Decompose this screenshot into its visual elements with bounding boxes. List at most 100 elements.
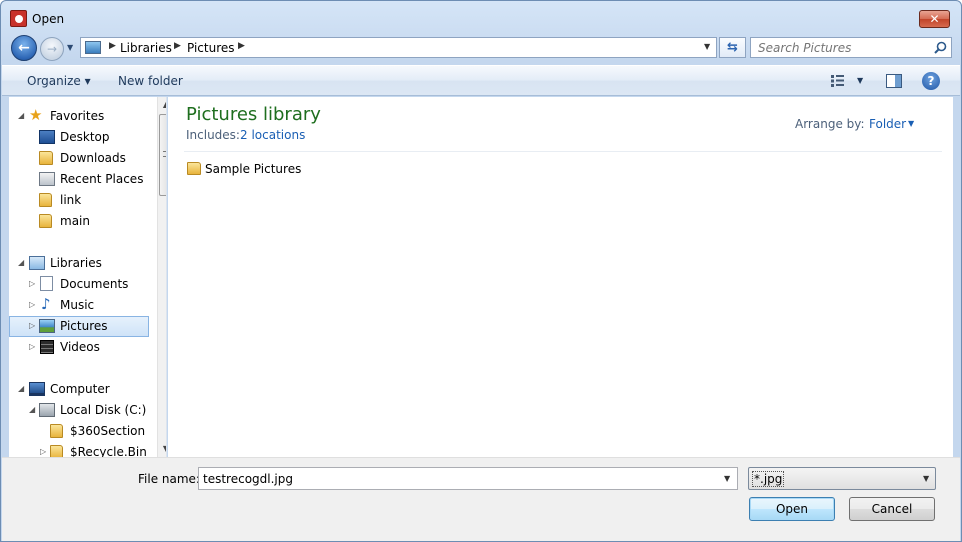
open-dialog: Open ✕ ← → ▼ ▶ Libraries ▶ Pictures ▶ ▼ … <box>0 0 962 542</box>
computer-icon <box>29 382 45 396</box>
file-name: Sample Pictures <box>205 162 302 176</box>
collapse-arrow-icon[interactable]: ◢ <box>29 405 35 414</box>
cancel-button[interactable]: Cancel <box>849 497 935 521</box>
breadcrumb-separator-icon[interactable]: ▶ <box>238 41 245 51</box>
arrange-by-value[interactable]: Folder <box>869 117 906 131</box>
file-name-combobox[interactable]: ▼ <box>198 467 738 490</box>
expand-arrow-icon[interactable]: ▷ <box>40 447 46 456</box>
arrange-by-label: Arrange by: <box>795 117 865 131</box>
new-folder-button[interactable]: New folder <box>118 74 183 88</box>
music-icon: ♪ <box>41 295 51 313</box>
views-icon[interactable] <box>831 75 844 87</box>
tree-item-desktop[interactable]: Desktop <box>9 127 149 148</box>
file-type-value: *.jpg <box>752 471 785 487</box>
refresh-button[interactable]: ⇆ <box>719 37 746 58</box>
tree-item-downloads[interactable]: Downloads <box>9 148 149 169</box>
search-box[interactable] <box>750 37 952 58</box>
tree-item-documents[interactable]: ▷ Documents <box>9 274 149 295</box>
tree-label: main <box>60 214 90 228</box>
expand-arrow-icon[interactable]: ▷ <box>29 300 35 309</box>
tree-item-360section[interactable]: $360Section <box>9 421 149 442</box>
title-bar: Open ✕ <box>1 1 961 33</box>
tree-item-local-disk[interactable]: ◢ Local Disk (C:) <box>9 400 149 421</box>
nav-pane-scrollbar[interactable]: ▲ ▼ <box>157 97 166 457</box>
header-divider <box>184 151 942 152</box>
includes-locations-link[interactable]: 2 locations <box>240 128 305 142</box>
address-dropdown-icon[interactable]: ▼ <box>704 42 710 51</box>
help-icon[interactable]: ? <box>922 72 940 90</box>
navigation-pane: ◢ ★ Favorites Desktop Downloads Recent P… <box>9 97 167 457</box>
tree-label: Music <box>60 298 95 312</box>
file-type-select[interactable]: *.jpg ▼ <box>748 467 936 490</box>
back-button[interactable]: ← <box>11 35 37 61</box>
tree-label: Computer <box>50 382 110 396</box>
forward-button[interactable]: → <box>40 37 64 61</box>
scrollbar-thumb[interactable] <box>159 114 166 196</box>
desktop-icon <box>39 130 55 144</box>
scroll-down-icon[interactable]: ▼ <box>158 441 166 457</box>
libraries-icon <box>29 256 45 270</box>
app-icon <box>10 10 27 27</box>
videos-icon <box>40 340 54 354</box>
recent-places-icon <box>39 172 55 186</box>
downloads-folder-icon <box>39 151 53 165</box>
views-dropdown-icon[interactable]: ▼ <box>857 76 863 85</box>
command-bar: Organize ▾ New folder ▼ ? <box>2 65 960 96</box>
file-type-dropdown-icon[interactable]: ▼ <box>923 474 929 483</box>
recent-pages-dropdown-icon[interactable]: ▼ <box>67 43 73 52</box>
collapse-arrow-icon[interactable]: ◢ <box>18 384 24 393</box>
folder-icon <box>39 214 52 228</box>
scroll-up-icon[interactable]: ▲ <box>158 97 166 113</box>
tree-item-link[interactable]: link <box>9 190 149 211</box>
tree-label: Favorites <box>50 109 105 123</box>
tree-item-pictures[interactable]: ▷ Pictures <box>9 316 149 337</box>
pictures-library-icon <box>85 41 101 54</box>
open-button[interactable]: Open <box>749 497 835 521</box>
tree-label: Pictures <box>60 319 108 333</box>
arrange-by-dropdown-icon[interactable]: ▼ <box>908 119 914 128</box>
library-title: Pictures library <box>186 104 321 125</box>
list-item[interactable]: Sample Pictures <box>186 159 326 179</box>
file-name-area: File name: ▼ *.jpg ▼ Open Cancel <box>2 457 960 541</box>
file-name-label: File name: <box>138 472 200 486</box>
collapse-arrow-icon[interactable]: ◢ <box>18 111 24 120</box>
breadcrumb-pictures[interactable]: Pictures <box>187 41 235 55</box>
expand-arrow-icon[interactable]: ▷ <box>29 342 35 351</box>
address-bar[interactable]: ▶ Libraries ▶ Pictures ▶ ▼ <box>80 37 717 58</box>
navigation-bar: ← → ▼ ▶ Libraries ▶ Pictures ▶ ▼ ⇆ <box>1 33 961 63</box>
tree-item-videos[interactable]: ▷ Videos <box>9 337 149 358</box>
file-name-input[interactable] <box>199 468 714 489</box>
preview-pane-icon[interactable] <box>886 74 902 88</box>
tree-label: Documents <box>60 277 129 291</box>
breadcrumb-separator-icon[interactable]: ▶ <box>174 41 181 51</box>
search-input[interactable] <box>751 38 931 57</box>
expand-arrow-icon[interactable]: ▷ <box>29 321 35 330</box>
favorites-star-icon: ★ <box>29 106 43 124</box>
tree-item-music[interactable]: ▷ ♪ Music <box>9 295 149 316</box>
scrollbar-grip-icon <box>163 151 166 157</box>
tree-label: link <box>60 193 82 207</box>
tree-item-libraries[interactable]: ◢ Libraries <box>9 253 149 274</box>
tree-label: $360Section <box>70 424 146 438</box>
collapse-arrow-icon[interactable]: ◢ <box>18 258 24 267</box>
folder-icon <box>187 162 201 175</box>
tree-label: Local Disk (C:) <box>60 403 147 417</box>
file-name-dropdown-icon[interactable]: ▼ <box>724 474 730 483</box>
expand-arrow-icon[interactable]: ▷ <box>29 279 35 288</box>
breadcrumb-separator-icon[interactable]: ▶ <box>109 41 116 51</box>
local-disk-icon <box>39 403 55 417</box>
file-list-pane: Pictures library Includes: 2 locations A… <box>168 97 953 457</box>
tree-item-recent-places[interactable]: Recent Places <box>9 169 149 190</box>
search-icon[interactable] <box>934 41 947 54</box>
tree-label: Recent Places <box>60 172 144 186</box>
tree-item-favorites[interactable]: ◢ ★ Favorites <box>9 106 149 127</box>
tree-item-main[interactable]: main <box>9 211 149 232</box>
breadcrumb-libraries[interactable]: Libraries <box>120 41 172 55</box>
tree-item-computer[interactable]: ◢ Computer <box>9 379 149 400</box>
folder-icon <box>50 424 63 438</box>
tree-item-recycle-bin[interactable]: ▷ $Recycle.Bin <box>9 442 149 457</box>
includes-label: Includes: <box>186 128 240 142</box>
organize-button[interactable]: Organize ▾ <box>27 74 91 88</box>
tree-label: Videos <box>60 340 100 354</box>
close-button[interactable]: ✕ <box>919 10 950 28</box>
